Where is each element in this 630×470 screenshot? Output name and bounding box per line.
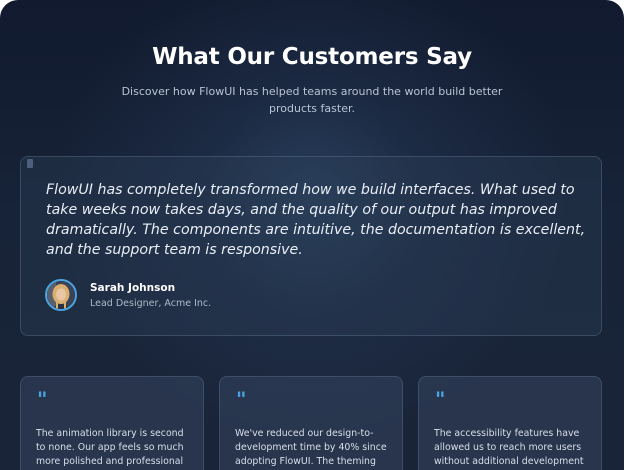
testimonials-section: What Our Customers Say Discover how Flow… [0,0,624,470]
featured-quote-text: FlowUI has completely transformed how we… [46,182,586,258]
author-name: Sarah Johnson [90,282,176,294]
testimonial-card: " The animation library is second to non… [20,376,204,470]
testimonial-card: " We've reduced our design-to-developmen… [219,376,403,470]
quote-icon [27,159,33,168]
testimonial-text: The animation library is second to none.… [36,428,184,467]
quote-icon: " [37,387,48,411]
quote-icon: " [435,387,446,411]
avatar [45,279,77,311]
avatar-portrait-icon [47,281,75,309]
testimonial-card: " The accessibility features have allowe… [418,376,602,470]
section-subtitle: Discover how FlowUI has helped teams aro… [121,85,503,115]
quote-icon: " [236,387,247,411]
author-role: Lead Designer, Acme Inc. [90,298,212,309]
testimonial-text: We've reduced our design-to-development … [235,428,387,467]
section-title: What Our Customers Say [152,44,472,70]
testimonial-text: The accessibility features have allowed … [434,428,584,467]
featured-testimonial-card: FlowUI has completely transformed how we… [20,156,602,336]
